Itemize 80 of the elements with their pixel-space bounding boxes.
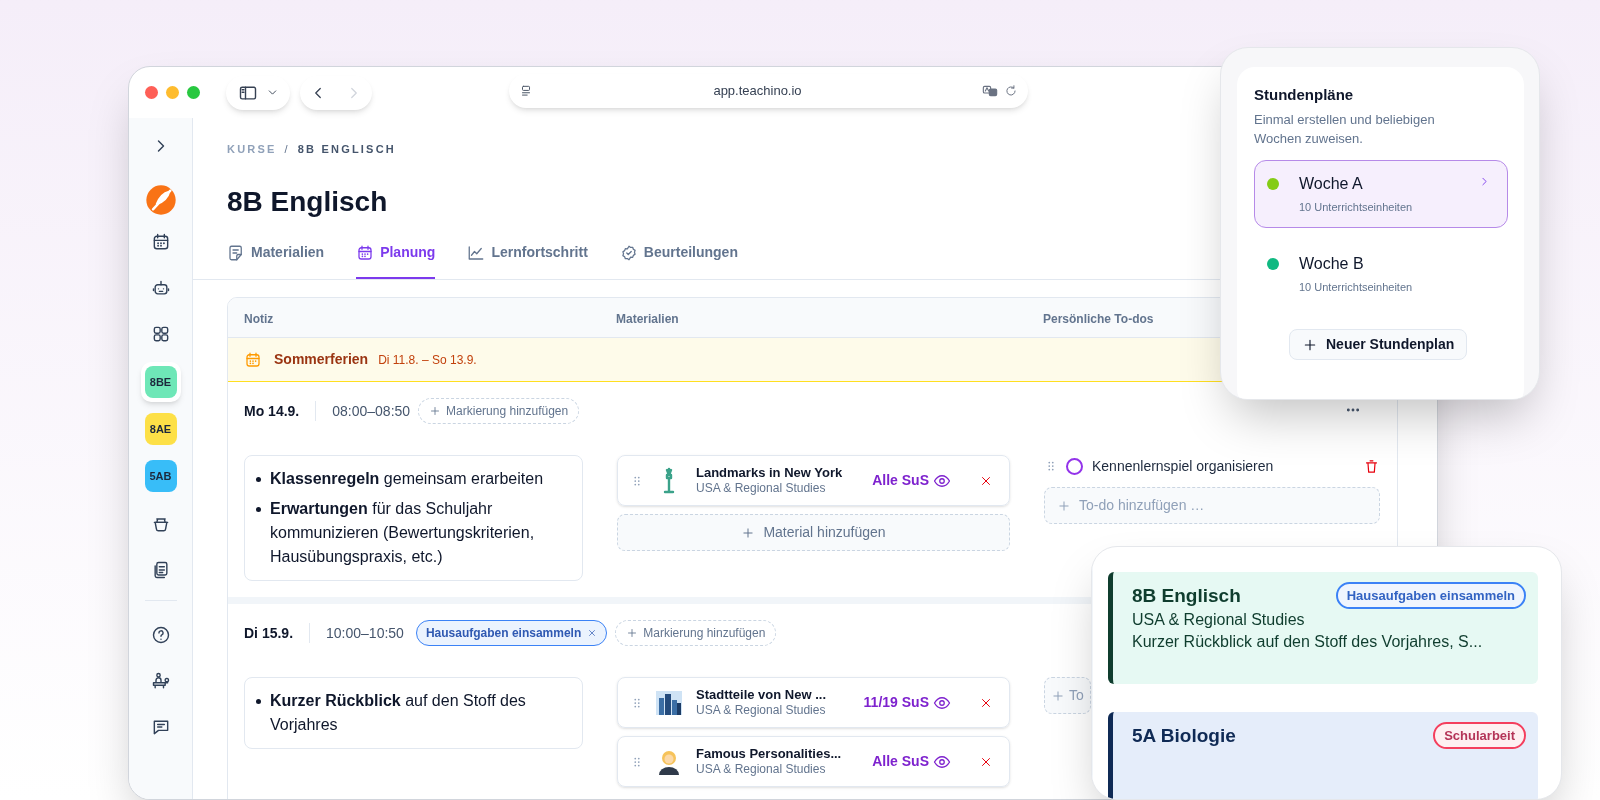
translate-icon[interactable]	[982, 83, 998, 99]
material-subtitle: USA & Regional Studies	[696, 762, 827, 777]
timetable-count: 10 Unterrichtseinheiten	[1299, 280, 1414, 295]
note-box[interactable]: Kurzer Rückblick auf den Stoff des Vorjahres	[244, 677, 583, 749]
lesson-date: Di 15.9.	[244, 623, 294, 643]
marker-tag[interactable]: Hausaufgaben einsammeln	[415, 620, 608, 646]
bullet-icon	[256, 507, 261, 512]
lesson-date: Mo 14.9.	[244, 401, 300, 421]
plus-icon	[429, 405, 442, 417]
lesson-time: 08:00–08:50	[332, 401, 411, 421]
new-timetable-button[interactable]: Neuer Stundenplan	[1289, 329, 1468, 360]
plus-icon	[741, 525, 756, 540]
plus-icon	[1051, 688, 1065, 703]
timetable-count: 10 Unterrichtseinheiten	[1299, 200, 1414, 215]
event-text: Kurzer Rückblick auf den Stoff des Vorjahres, S...	[1132, 632, 1484, 652]
note-item: Klassenregeln gemeinsam erarbeiten	[270, 469, 544, 489]
page-title: 8B Englisch	[227, 185, 388, 219]
material-title: Stadtteile von New ...	[696, 687, 828, 703]
url-text: app.teachino.io	[712, 82, 803, 101]
trash-icon	[1363, 457, 1380, 475]
breadcrumb-item: 8B ENGLISCH	[297, 141, 396, 157]
calendar-icon	[244, 350, 262, 369]
audience-button[interactable]: 11/19 SuS	[863, 692, 951, 713]
material-card[interactable]: Landmarks in New York USA & Regional Studies Alle SuS	[617, 455, 1010, 506]
tab[interactable]: Planung	[356, 242, 436, 279]
tab[interactable]: Lernfortschritt	[467, 242, 588, 279]
event-title: 8B Englisch	[1132, 583, 1241, 608]
badge-check-icon	[619, 243, 638, 262]
note-item: Erwartungen für das Schuljahr kommunizieren (Bewertungskriterien, Hausübungspraxis, etc.)	[270, 499, 536, 567]
tab[interactable]: Beurteilungen	[619, 242, 738, 279]
event-tag: Hausaufgaben einsammeln	[1335, 582, 1526, 609]
delete-button[interactable]	[1363, 457, 1380, 475]
breadcrumb-separator: /	[284, 141, 290, 157]
tab[interactable]: Materialien	[227, 242, 325, 279]
note-box[interactable]: Klassenregeln gemeinsam erarbeiten Erwartungen für das Schuljahr kommunizieren (Bewertungskriterien, Hausübungspraxis, etc.)	[244, 455, 583, 581]
material-card[interactable]: Stadtteile von New ... USA & Regional Studies 11/19 SuS	[617, 677, 1010, 728]
calendar-event[interactable]: 8B Englisch Hausaufgaben einsammeln USA & Regional Studies Kurzer Rückblick auf den Stoff des Vorjahres, S...	[1108, 572, 1538, 684]
robot-icon	[150, 278, 171, 298]
holiday-title: Sommerferien	[274, 350, 369, 369]
add-material-button[interactable]: Material hinzufügen	[617, 514, 1010, 551]
timetable-name: Woche A	[1299, 174, 1363, 194]
sidebar-toggle-button[interactable]	[226, 75, 290, 110]
window-control-button[interactable]	[145, 86, 158, 99]
bullet-icon	[256, 699, 261, 704]
logo-icon[interactable]	[144, 184, 177, 216]
popover-title: Stundenpläne	[1254, 85, 1355, 105]
lesson-time: 10:00–10:50	[326, 623, 404, 643]
calendar-icon	[356, 243, 375, 262]
popover-description: Einmal erstellen und beliebigen Wochen zuweisen.	[1254, 111, 1436, 148]
material-card[interactable]: Famous Personalities... USA & Regional Studies Alle SuS	[617, 736, 1010, 787]
remove-icon[interactable]	[587, 628, 598, 638]
plus-icon	[626, 627, 639, 639]
column-header: Persönliche To-dos	[1043, 311, 1154, 326]
material-title: Famous Personalities...	[696, 746, 843, 762]
event-text: USA & Regional Studies	[1132, 610, 1306, 630]
bullet-icon	[256, 477, 261, 482]
reload-icon[interactable]	[1004, 84, 1018, 98]
todo-checkbox[interactable]	[1066, 457, 1083, 475]
material-title: Landmarks in New York	[696, 465, 844, 481]
timetable-item[interactable]: Woche A 10 Unterrichtseinheiten	[1254, 160, 1508, 228]
holiday-dates: Di 11.8. – So 13.9.	[378, 351, 477, 369]
help-icon	[150, 625, 171, 645]
audience-button[interactable]: Alle SuS	[872, 751, 951, 772]
column-header: Materialien	[616, 311, 679, 326]
chart-icon	[467, 243, 486, 262]
material-subtitle: USA & Regional Studies	[696, 481, 827, 496]
teacher-icon	[150, 671, 171, 691]
plus-icon	[1057, 498, 1071, 513]
column-header: Notiz	[244, 311, 274, 326]
note-icon	[227, 243, 245, 262]
event-title: 5A Biologie	[1132, 723, 1236, 748]
reader-icon	[519, 84, 533, 98]
todo-text: Kennenlernspiel organisieren	[1092, 456, 1275, 476]
timetable-name: Woche B	[1299, 254, 1364, 274]
address-bar[interactable]: app.teachino.io	[509, 74, 1028, 108]
audience-button[interactable]: Alle SuS	[872, 470, 951, 491]
calendar-event[interactable]: 5A Biologie Schularbeit	[1108, 712, 1538, 799]
note-item: Kurzer Rückblick auf den Stoff des Vorjahres	[270, 691, 527, 735]
material-subtitle: USA & Regional Studies	[696, 703, 827, 718]
event-tag: Schularbeit	[1433, 722, 1526, 749]
